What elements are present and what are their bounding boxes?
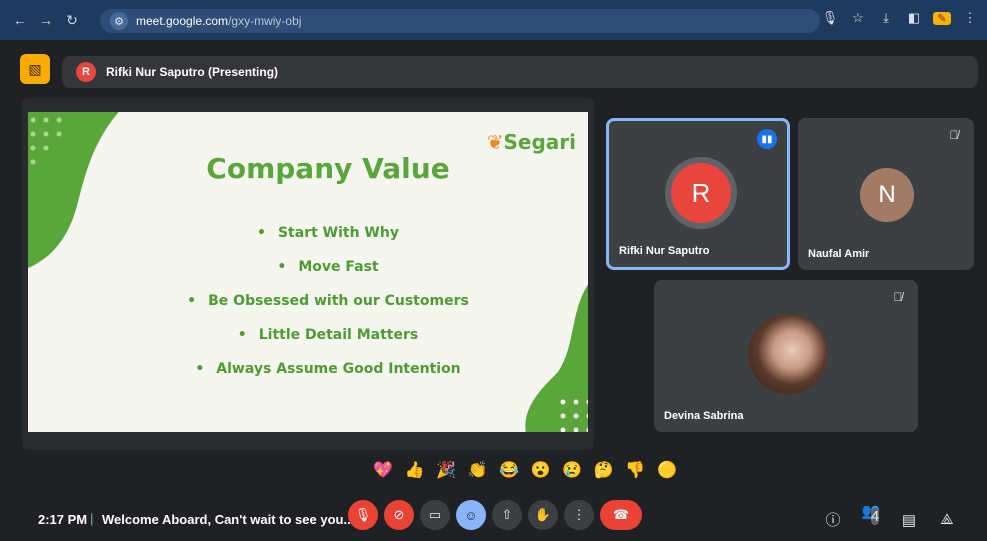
meet-topbar: ▧ R Rifki Nur Saputro (Presenting)	[20, 52, 978, 88]
presenter-avatar: R	[76, 62, 96, 82]
participant-tile[interactable]: 🎙̸ N Naufal Amir	[798, 118, 974, 270]
url-path: /gxy-mwiy-obj	[228, 14, 302, 28]
reactions-button[interactable]: ☺	[456, 500, 486, 530]
thumbs-down-icon[interactable]: 👎	[624, 460, 646, 480]
people-icon[interactable]: 👥4	[861, 502, 881, 537]
leaf-icon: ❦	[486, 130, 504, 154]
heart-icon[interactable]: 💖	[372, 460, 394, 480]
captions-icon: ▭	[428, 507, 442, 522]
captions-button[interactable]: ▭	[420, 500, 450, 530]
slide-title: Company Value	[206, 152, 450, 185]
more-options-button[interactable]: ⋮	[564, 500, 594, 530]
list-item: Little Detail Matters	[28, 318, 588, 352]
brand-logo: ❦Segari	[487, 130, 576, 154]
camera-off-button[interactable]: ⊘	[384, 500, 414, 530]
participant-tile[interactable]: 🎙̸ Devina Sabrina	[654, 280, 918, 432]
speaking-indicator-icon: ▮▮	[757, 129, 777, 149]
side-controls: ⓘ 👥4 ▤ ⟁	[823, 502, 957, 537]
mic-off-icon: 🎙̸	[949, 128, 959, 142]
divider: |	[90, 511, 94, 526]
avatar: N	[860, 168, 914, 222]
star-icon[interactable]: ☆	[849, 10, 867, 26]
menu-icon[interactable]: ⋮	[961, 10, 979, 26]
sidepanel-icon[interactable]: ◧	[905, 10, 923, 26]
url-domain: meet.google.com	[136, 14, 229, 28]
mic-off-icon: 🎙̸	[893, 290, 903, 304]
chat-icon[interactable]: ▤	[899, 511, 919, 529]
activities-icon[interactable]: ⟁	[937, 511, 957, 528]
value-list: Start With Why Move Fast Be Obsessed wit…	[28, 216, 588, 386]
laughing-icon[interactable]: 😂	[498, 460, 520, 480]
meeting-time: 2:17 PM	[38, 512, 88, 527]
list-item: Start With Why	[28, 216, 588, 250]
meeting-controls-bar: 2:17 PM | Welcome Aboard, Can't wait to …	[0, 494, 987, 541]
skin-tone-icon[interactable]: 🟡	[656, 460, 678, 480]
extension-icon[interactable]: ✎	[933, 11, 951, 25]
mic-off-button[interactable]: 🎙	[348, 500, 378, 530]
address-bar[interactable]: ⚙ meet.google.com/gxy-mwiy-obj	[100, 9, 820, 33]
slide: ❦Segari Company Value Start With Why Mov…	[28, 112, 588, 432]
participant-name: Devina Sabrina	[664, 410, 744, 422]
participant-name: Naufal Amir	[808, 248, 870, 260]
info-icon[interactable]: ⓘ	[823, 509, 843, 530]
present-icon: ⇧	[501, 507, 513, 522]
participant-tile[interactable]: ▮▮ R Rifki Nur Saputro	[606, 118, 790, 270]
hand-icon: ✋	[534, 507, 552, 522]
call-controls: 🎙 ⊘ ▭ ☺ ⇧ ✋ ⋮ ☎	[348, 500, 642, 530]
forward-icon[interactable]: →	[36, 10, 56, 30]
surprised-icon[interactable]: 😮	[530, 460, 552, 480]
mic-icon[interactable]: 🎙	[821, 10, 839, 26]
browser-toolbar: ← → ↻ ⚙ meet.google.com/gxy-mwiy-obj 🎙 ☆…	[0, 0, 987, 40]
meeting-title: Welcome Aboard, Can't wait to see you...	[102, 512, 355, 527]
download-icon[interactable]: ⤓	[877, 10, 895, 26]
list-item: Always Assume Good Intention	[28, 352, 588, 386]
hangup-icon: ☎	[612, 507, 630, 522]
url-text: meet.google.com/gxy-mwiy-obj	[136, 14, 301, 28]
avatar	[748, 314, 828, 394]
emoji-icon: ☺	[464, 507, 478, 523]
participant-count-badge: 4	[870, 508, 880, 525]
list-item: Move Fast	[28, 250, 588, 284]
brand-name: Segari	[503, 130, 577, 154]
stop-presenting-icon[interactable]: ▧	[20, 54, 50, 84]
party-popper-icon[interactable]: 🎉	[435, 460, 457, 480]
leave-call-button[interactable]: ☎	[600, 500, 642, 530]
thinking-icon[interactable]: 🤔	[593, 460, 615, 480]
raise-hand-button[interactable]: ✋	[528, 500, 558, 530]
back-icon[interactable]: ←	[10, 10, 30, 30]
presenter-label: Rifki Nur Saputro (Presenting)	[106, 65, 279, 79]
participant-name: Rifki Nur Saputro	[619, 245, 710, 257]
presenter-banner: R Rifki Nur Saputro (Presenting)	[62, 56, 978, 88]
browser-actions: 🎙 ☆ ⤓ ◧ ✎ ⋮	[821, 10, 979, 26]
presentation-frame: ❦Segari Company Value Start With Why Mov…	[22, 98, 594, 450]
reaction-bar: 💖 👍 🎉 👏 😂 😮 😢 🤔 👎 🟡	[372, 456, 678, 484]
thumbs-up-icon[interactable]: 👍	[404, 460, 426, 480]
more-icon: ⋮	[572, 507, 586, 522]
site-settings-icon[interactable]: ⚙	[110, 12, 128, 30]
mic-off-icon: 🎙	[354, 507, 372, 522]
sad-icon[interactable]: 😢	[561, 460, 583, 480]
present-button[interactable]: ⇧	[492, 500, 522, 530]
reload-icon[interactable]: ↻	[62, 10, 82, 30]
clapping-icon[interactable]: 👏	[467, 460, 489, 480]
avatar: R	[665, 157, 737, 229]
camera-off-icon: ⊘	[393, 507, 405, 522]
list-item: Be Obsessed with our Customers	[28, 284, 588, 318]
